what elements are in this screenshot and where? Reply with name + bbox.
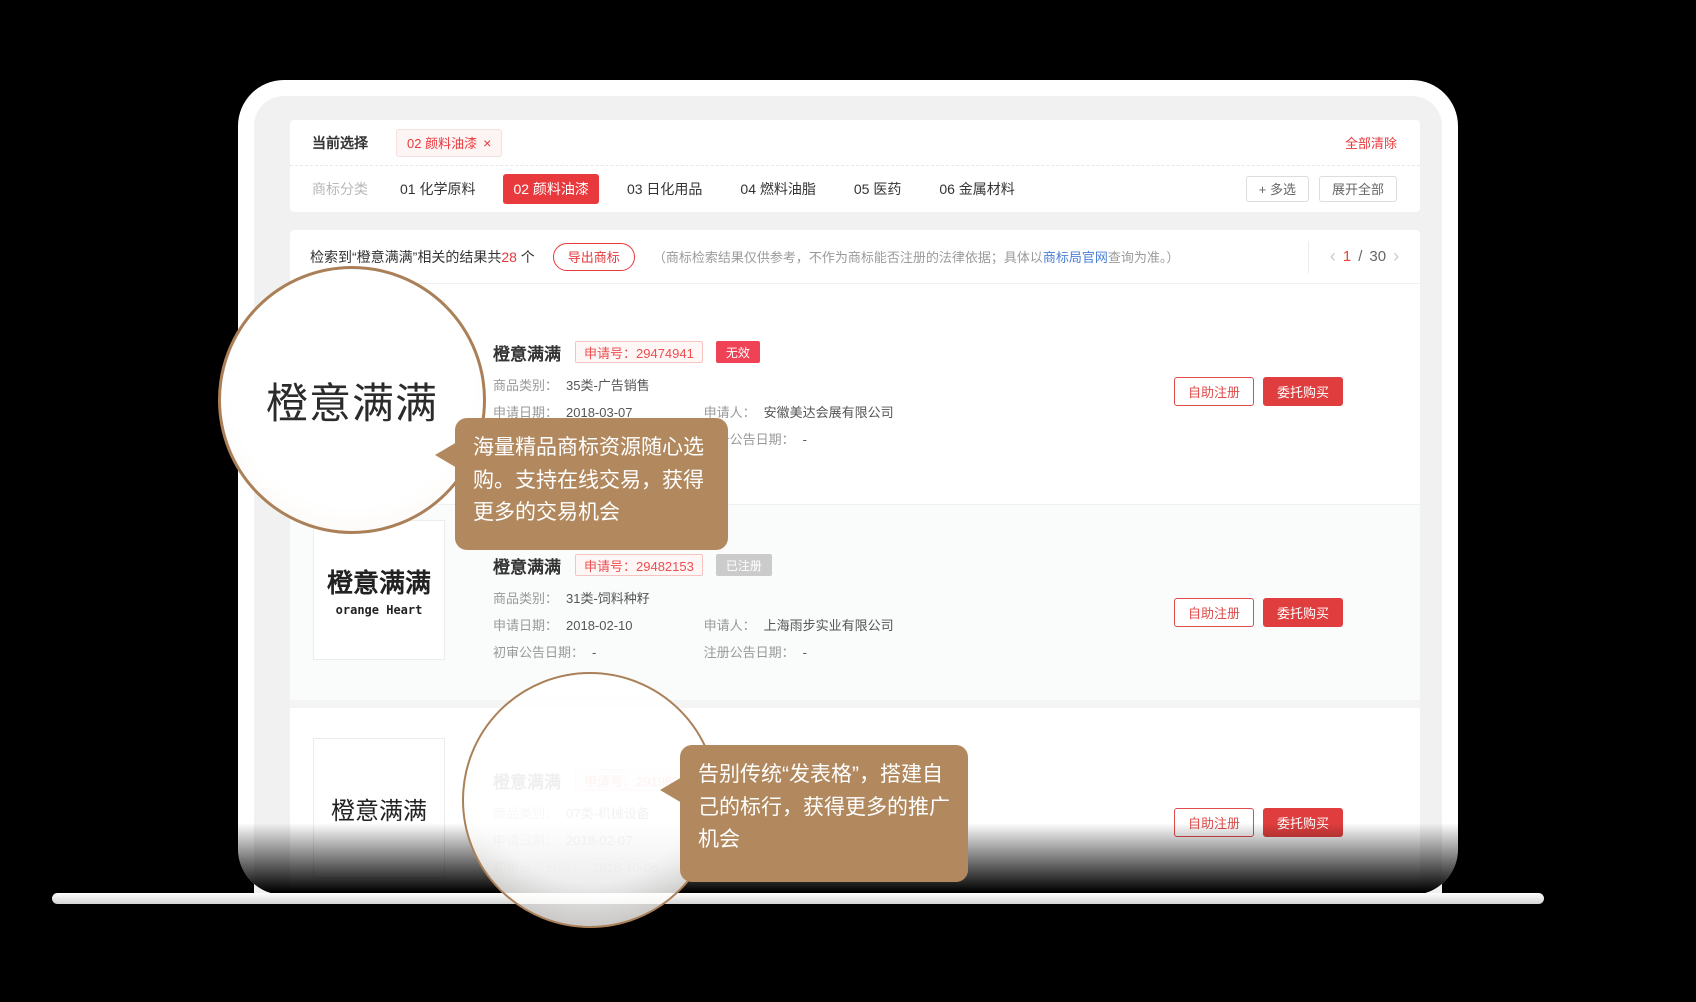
callout-bubble-2: 告别传统“发表格”，搭建自己的标行，获得更多的推广机会 [680, 745, 968, 882]
filter-panel: 当前选择 02 颜料油漆 × 全部清除 商标分类 01 化学原料 02 颜料油漆… [290, 120, 1420, 212]
entrust-buy-button[interactable]: 委托购买 [1263, 808, 1343, 837]
laptop-base [52, 893, 1544, 904]
callout-bubble-1: 海量精品商标资源随心选购。支持在线交易，获得更多的交易机会 [455, 418, 728, 550]
trademark-thumb-subtext: orange Heart [336, 603, 423, 617]
row-actions-2: 自助注册 委托购买 [1174, 598, 1343, 627]
field-value: - [592, 645, 596, 660]
title-line: 橙意满满 申请号：29474941 无效 [493, 340, 894, 364]
field-value: 31类-饲料种籽 [566, 591, 650, 606]
category-item-02-selected[interactable]: 02 颜料油漆 [503, 174, 598, 204]
expand-all-button[interactable]: 展开全部 [1319, 176, 1397, 202]
application-number-tag: 申请号：29474941 [575, 341, 703, 363]
results-summary: 检索到“橙意满满”相关的结果共28 个 [310, 247, 535, 267]
category-item-06[interactable]: 06 金属材料 [929, 174, 1024, 204]
field-label: 注册公告日期： [704, 645, 795, 660]
magnifier-circle-1: 橙意满满 [218, 266, 486, 534]
disclaimer-text: （商标检索结果仅供参考，不作为商标能否注册的法律依据；具体以商标局官网查询为准。… [653, 247, 1180, 266]
summary-prefix: 检索到“橙意满满”相关的结果共 [310, 249, 501, 265]
trademark-name[interactable]: 橙意满满 [493, 340, 561, 365]
category-item-01[interactable]: 01 化学原料 [390, 174, 485, 204]
category-item-03[interactable]: 03 日化用品 [617, 174, 712, 204]
trademark-thumb-text: 橙意满满 [327, 563, 431, 600]
field-value: 35类-广告销售 [566, 378, 650, 393]
self-register-button[interactable]: 自助注册 [1174, 598, 1254, 627]
trademark-office-link[interactable]: 商标局官网 [1043, 250, 1108, 265]
current-selection-label: 当前选择 [312, 133, 368, 153]
trademark-name[interactable]: 橙意满满 [493, 553, 561, 578]
disclaimer-pre: （商标检索结果仅供参考，不作为商标能否注册的法律依据；具体以 [653, 250, 1043, 265]
next-page-icon[interactable]: › [1393, 246, 1399, 267]
field-value: - [803, 432, 807, 447]
prev-page-icon[interactable]: ‹ [1330, 246, 1336, 267]
field-value: 安徽美达会展有限公司 [764, 405, 894, 420]
current-selection-row: 当前选择 02 颜料油漆 × 全部清除 [290, 120, 1420, 166]
status-badge: 无效 [716, 341, 760, 363]
application-number-tag: 申请号：29482153 [575, 554, 703, 576]
category-row: 商标分类 01 化学原料 02 颜料油漆 03 日化用品 04 燃料油脂 05 … [290, 166, 1420, 211]
category-item-04[interactable]: 04 燃料油脂 [730, 174, 825, 204]
field-label: 申请日期： [493, 618, 558, 633]
page-separator: / [1358, 248, 1362, 265]
field-value: 上海雨步实业有限公司 [764, 618, 894, 633]
row-actions-3: 自助注册 委托购买 [1174, 808, 1343, 837]
results-count: 28 [501, 249, 517, 265]
field-label: 商品类别： [493, 591, 558, 606]
status-badge: 已注册 [716, 554, 772, 576]
field-label: 申请人： [704, 618, 756, 633]
selected-filter-tag-text: 02 颜料油漆 [407, 133, 477, 152]
results-header: 检索到“橙意满满”相关的结果共28 个 导出商标 （商标检索结果仅供参考，不作为… [290, 230, 1420, 284]
category-line: 商品类别： 31类-饲料种籽 [493, 588, 894, 605]
selected-filter-tag[interactable]: 02 颜料油漆 × [396, 129, 502, 157]
trademark-thumb-text: 橙意满满 [331, 791, 427, 826]
clear-all-button[interactable]: 全部清除 [1345, 133, 1397, 152]
entrust-buy-button[interactable]: 委托购买 [1263, 598, 1343, 627]
self-register-button[interactable]: 自助注册 [1174, 377, 1254, 406]
remove-tag-icon[interactable]: × [483, 135, 491, 151]
field-label: 商品类别： [493, 378, 558, 393]
trademark-image-2[interactable]: 橙意满满 orange Heart [313, 520, 445, 660]
multi-select-button[interactable]: + 多选 [1246, 176, 1309, 202]
field-label: 初审公告日期： [493, 645, 584, 660]
summary-suffix: 个 [517, 249, 535, 265]
canvas: 当前选择 02 颜料油漆 × 全部清除 商标分类 01 化学原料 02 颜料油漆… [0, 0, 1696, 1002]
category-line: 商品类别： 35类-广告销售 [493, 375, 894, 392]
field-value: 2018-02-10 [566, 618, 633, 633]
magnified-trademark-text: 橙意满满 [266, 370, 438, 431]
publication-line: 初审公告日期：- 注册公告日期：- [493, 642, 894, 659]
total-pages: 30 [1369, 248, 1386, 265]
apply-line: 申请日期：2018-03-07 申请人：安徽美达会展有限公司 [493, 402, 894, 419]
disclaimer-post: 查询为准。） [1108, 250, 1180, 265]
row-actions-1: 自助注册 委托购买 [1174, 377, 1343, 406]
export-trademarks-button[interactable]: 导出商标 [553, 243, 635, 271]
field-value: - [803, 645, 807, 660]
trademark-details-2: 橙意满满 申请号：29482153 已注册 商品类别： 31类-饲料种籽 申请日期… [493, 553, 894, 669]
category-item-05[interactable]: 05 医药 [844, 174, 911, 204]
category-label: 商标分类 [312, 179, 368, 199]
apply-line: 申请日期： 2018-02-10 申请人： 上海雨步实业有限公司 [493, 615, 894, 632]
current-page: 1 [1343, 248, 1351, 265]
entrust-buy-button[interactable]: 委托购买 [1263, 377, 1343, 406]
pagination: ‹ 1 / 30 › [1308, 241, 1420, 273]
row-separator [290, 700, 1420, 708]
title-line: 橙意满满 申请号：29482153 已注册 [493, 553, 894, 577]
trademark-image-3[interactable]: 橙意满满 [313, 738, 445, 878]
self-register-button[interactable]: 自助注册 [1174, 808, 1254, 837]
